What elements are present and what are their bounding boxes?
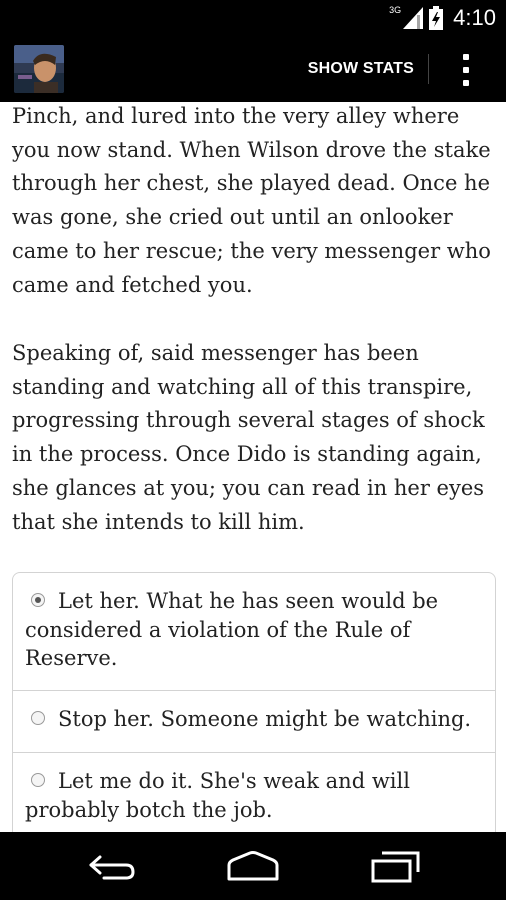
choice-option[interactable]: Let her. What he has seen would be consi…	[13, 573, 495, 691]
radio-unselected-icon[interactable]	[31, 711, 45, 725]
choice-list: Let her. What he has seen would be consi…	[12, 572, 496, 832]
status-time: 4:10	[453, 5, 496, 30]
battery-icon	[429, 6, 444, 30]
choice-option[interactable]: Stop her. Someone might be watching.	[13, 691, 495, 753]
character-portrait-icon[interactable]	[14, 45, 64, 93]
signal-icon	[403, 7, 424, 29]
overflow-menu-icon[interactable]	[458, 54, 474, 86]
navigation-bar	[0, 832, 506, 900]
back-icon[interactable]	[86, 852, 138, 882]
app-bar: SHOW STATS	[0, 36, 506, 102]
choice-option[interactable]: Let me do it. She's weak and will probab…	[13, 753, 495, 832]
story-content[interactable]: Pinch, and lured into the very alley whe…	[0, 102, 506, 832]
radio-unselected-icon[interactable]	[31, 773, 45, 787]
story-paragraph: Pinch, and lured into the very alley whe…	[12, 104, 491, 297]
network-type-icon: 3G	[389, 5, 402, 15]
show-stats-button[interactable]: SHOW STATS	[308, 36, 414, 102]
choice-label: Let her. What he has seen would be consi…	[25, 589, 439, 670]
radio-selected-icon[interactable]	[31, 593, 45, 607]
action-divider	[428, 54, 429, 84]
status-icons: 3G 4:10	[389, 0, 496, 36]
choice-label: Let me do it. She's weak and will probab…	[25, 769, 410, 822]
story-paragraph: Speaking of, said messenger has been sta…	[12, 341, 485, 534]
choice-label: Stop her. Someone might be watching.	[58, 707, 472, 731]
status-bar: 3G 4:10	[0, 0, 506, 36]
recent-apps-icon[interactable]	[370, 850, 422, 884]
home-icon[interactable]	[225, 849, 281, 883]
